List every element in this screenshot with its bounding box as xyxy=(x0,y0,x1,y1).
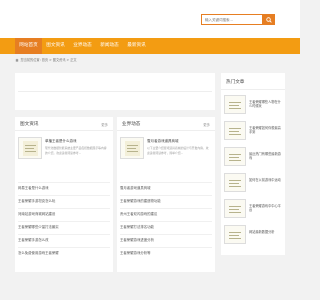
article-thumbnail[interactable] xyxy=(224,147,246,166)
breadcrumb-text: 您当前的位置: 首页 > 图文资讯 > 正文 xyxy=(20,58,77,62)
panel-title: 图文资讯 xyxy=(20,122,39,127)
nav-item-latest[interactable]: 最新资讯 xyxy=(123,38,150,54)
nav-item-industry[interactable]: 业界动态 xyxy=(69,38,96,54)
divider xyxy=(18,91,212,92)
hot-article-item[interactable]: 最近热门有哪些最新游戏 xyxy=(224,145,281,168)
hot-article-item[interactable]: 如何在以前游戏中运动 xyxy=(224,171,281,194)
hot-article-item[interactable]: 网站最新数据分析 xyxy=(224,223,281,246)
feature-image[interactable] xyxy=(18,137,42,159)
panel-header: 热门文章 xyxy=(221,73,285,90)
article-title[interactable]: 最近热门有哪些最新游戏 xyxy=(249,152,281,161)
feature-desc: 以下主要介绍游戏道具商城的设计与开发内容，欢迎读者阅读参考，简单介绍... xyxy=(147,146,209,155)
article-thumbnail[interactable] xyxy=(224,95,246,114)
nav-item-home[interactable]: 网站首页 xyxy=(15,38,42,54)
list-item[interactable]: 王者荣耀打法排名功能 xyxy=(120,221,212,233)
hot-article-item[interactable]: 王者荣耀哪些人物在什么时候玩 xyxy=(224,93,281,116)
main-nav: 网站首页 图文资讯 业界动态 新闻动态 最新资讯 xyxy=(0,38,300,54)
more-link[interactable]: 更多 xyxy=(101,122,108,127)
list-item[interactable]: 网易王者是什么游戏 xyxy=(18,182,110,194)
list-item[interactable]: 雪月者游戏道具商城 xyxy=(120,182,212,194)
search-icon xyxy=(266,16,272,23)
home-icon xyxy=(15,58,19,62)
list-item[interactable]: 贵州王者双闪游戏的建议 xyxy=(120,208,212,220)
industry-panel: 业界动态 更多 雪月者游戏道具商城 以下主要介绍游戏道具商城的设计与开发内容，欢… xyxy=(117,117,215,272)
list-item[interactable]: 王者荣耀游戏的建造物功能 xyxy=(120,195,212,207)
feature-title[interactable]: 雪月者游戏道具商城 xyxy=(147,139,179,144)
breadcrumb: 您当前的位置: 首页 > 图文资讯 > 正文 xyxy=(15,57,77,62)
panel-header: 图文资讯 更多 xyxy=(15,117,113,131)
hot-articles-panel: 热门文章 王者荣耀哪些人物在什么时候玩 王者荣耀如何你想最高手到 最近热门有哪些… xyxy=(221,73,285,255)
banner-area xyxy=(15,73,215,110)
search-button[interactable] xyxy=(263,14,275,25)
search-input[interactable] xyxy=(205,17,262,22)
list-item[interactable]: 怎么免费使用游戏王者荣耀 xyxy=(18,247,110,259)
list-item[interactable]: 王者荣耀手游怎么改 xyxy=(18,234,110,246)
hot-article-item[interactable]: 王者荣耀游戏中中心平台 xyxy=(224,197,281,220)
feature-image[interactable] xyxy=(120,137,144,159)
article-thumbnail[interactable] xyxy=(224,225,246,244)
panel-header: 业界动态 更多 xyxy=(117,117,215,131)
article-thumbnail[interactable] xyxy=(224,173,246,192)
article-title[interactable]: 王者荣耀游戏中中心平台 xyxy=(249,204,281,213)
list-item[interactable]: 王者荣耀游戏分析等 xyxy=(120,247,212,259)
list-item[interactable]: 河南站游戏商城网站建设 xyxy=(18,208,110,220)
panel-title: 业界动态 xyxy=(122,122,141,127)
article-title[interactable]: 如何在以前游戏中运动 xyxy=(249,178,281,182)
article-thumbnail[interactable] xyxy=(224,121,246,140)
site-header xyxy=(0,0,300,38)
list-item[interactable]: 王者荣耀手游坦克怎么玩 xyxy=(18,195,110,207)
hot-article-item[interactable]: 王者荣耀如何你想最高手到 xyxy=(224,119,281,142)
article-thumbnail[interactable] xyxy=(224,199,246,218)
nav-item-news[interactable]: 图文资讯 xyxy=(42,38,69,54)
news-panel: 图文资讯 更多 单播王者是什么游戏 现代化数据智能系统主要产品包括数据展示等内容… xyxy=(15,117,113,272)
article-title[interactable]: 王者荣耀哪些人物在什么时候玩 xyxy=(249,100,281,109)
panel-title: 热门文章 xyxy=(226,80,245,85)
list-item[interactable]: 王者荣耀游戏进度分析 xyxy=(120,234,212,246)
article-title[interactable]: 网站最新数据分析 xyxy=(249,230,281,234)
list-item[interactable]: 王者荣耀哪些少量打法最实 xyxy=(18,221,110,233)
feature-title[interactable]: 单播王者是什么游戏 xyxy=(45,139,77,144)
search-box[interactable] xyxy=(201,14,263,25)
more-link[interactable]: 更多 xyxy=(203,122,210,127)
article-title[interactable]: 王者荣耀如何你想最高手到 xyxy=(249,126,281,135)
nav-item-updates[interactable]: 新闻动态 xyxy=(96,38,123,54)
feature-desc: 现代化数据智能系统主要产品包括数据展示等内容的介绍，欢迎读者阅读参考... xyxy=(45,146,107,155)
